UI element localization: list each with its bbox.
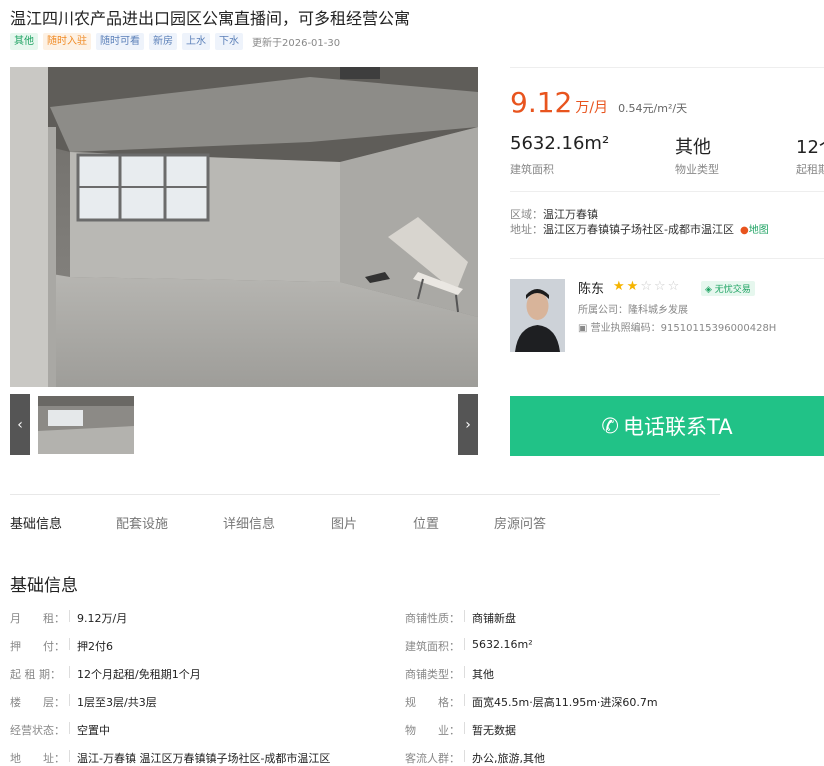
tag-viewing: 随时可看 xyxy=(96,33,144,50)
thumbnail-1[interactable] xyxy=(38,396,134,454)
tag-water-in: 上水 xyxy=(182,33,210,50)
price: 9.12 万/月 0.54元/m²/天 xyxy=(510,86,687,119)
info-label: 建筑面积： xyxy=(405,640,460,653)
info-label: 商铺类型： xyxy=(405,668,460,681)
chevron-right-icon: › xyxy=(465,416,471,433)
chevron-left-icon: ‹ xyxy=(17,416,23,433)
star-icon: ☆ xyxy=(667,279,682,294)
tab-location[interactable]: 位置 xyxy=(413,513,439,532)
info-label: 物 业： xyxy=(405,724,460,737)
info-value: 12个月起租/免租期1个月 xyxy=(77,668,201,681)
divider xyxy=(510,258,824,259)
address-row: 地址：温江区万春镇镇子场社区-成都市温江区 ●地图 xyxy=(510,221,769,237)
address-label: 地址： xyxy=(510,223,543,236)
tag-row: 其他 随时入驻 随时可看 新房 上水 下水 更新于2026-01-30 xyxy=(10,33,340,50)
updated-date: 更新于2026-01-30 xyxy=(252,38,341,49)
map-link-label: 地图 xyxy=(748,225,769,236)
license-icon: ▣ xyxy=(578,323,588,334)
agent-company: 所属公司：隆科城乡发展 xyxy=(578,301,688,316)
tab-photos[interactable]: 图片 xyxy=(331,513,357,532)
divider xyxy=(510,67,824,68)
star-icon: ☆ xyxy=(640,279,654,294)
agent-photo xyxy=(510,279,565,352)
tab-basic-info[interactable]: 基础信息 xyxy=(10,513,62,532)
info-value: 商铺新盘 xyxy=(472,612,516,625)
info-label: 地 址： xyxy=(10,752,65,765)
address-value: 温江区万春镇镇子场社区-成都市温江区 xyxy=(543,223,734,236)
license-value: 91510115396000428H xyxy=(660,323,777,334)
thumbnail-strip: ‹ › xyxy=(10,394,478,455)
stat-lease-value: 12个 xyxy=(796,137,824,158)
listing-title: 温江四川农产品进出口园区公寓直播间，可多租经营公寓 xyxy=(10,9,411,28)
info-value: 温江-万春镇 温江区万春镇镇子场社区-成都市温江区 xyxy=(77,752,331,765)
info-label: 商铺性质： xyxy=(405,612,460,625)
call-agent-button[interactable]: ✆ 电话联系TA xyxy=(510,396,824,456)
info-value: 5632.16m² xyxy=(472,638,533,651)
trade-badge-label: 无忧交易 xyxy=(714,285,751,295)
gallery-prev-button[interactable]: ‹ xyxy=(10,394,30,455)
thumbnail-image xyxy=(38,396,134,454)
tab-details[interactable]: 详细信息 xyxy=(223,513,275,532)
tag-water-out: 下水 xyxy=(215,33,243,50)
info-value: 其他 xyxy=(472,668,494,681)
map-link[interactable]: ●地图 xyxy=(740,225,769,236)
call-button-label: 电话联系TA xyxy=(623,415,733,439)
area-row: 区域：温江万春镇 xyxy=(510,206,598,222)
tab-facilities[interactable]: 配套设施 xyxy=(116,513,168,532)
star-icon: ★ xyxy=(626,279,641,294)
stat-lease-label: 起租期 xyxy=(796,163,824,176)
tabs-divider xyxy=(10,494,720,495)
info-value: 1层至3层/共3层 xyxy=(77,696,157,709)
divider xyxy=(510,191,824,192)
company-label: 所属公司： xyxy=(578,305,628,316)
info-label: 客流人群： xyxy=(405,752,460,765)
tag-new: 新房 xyxy=(149,33,177,50)
info-value: 暂无数据 xyxy=(472,724,516,737)
agent-rating: ★★☆☆☆ xyxy=(613,279,681,294)
area-value[interactable]: 温江万春镇 xyxy=(543,208,598,221)
agent-license: ▣ 营业执照编码：91510115396000428H xyxy=(578,319,776,334)
info-value: 押2付6 xyxy=(77,640,113,653)
price-unit: 万/月 xyxy=(575,100,609,116)
phone-icon: ✆ xyxy=(601,414,620,438)
section-title: 基础信息 xyxy=(10,576,78,596)
stat-type-value: 其他 xyxy=(675,137,711,158)
info-value: 面宽45.5m·层高11.95m·进深60.7m xyxy=(472,696,658,709)
price-value: 9.12 xyxy=(510,86,573,119)
office-interior-image xyxy=(10,67,478,387)
info-label: 月 租： xyxy=(10,612,65,625)
trade-badge: ◈ 无忧交易 xyxy=(701,281,755,296)
info-label: 经营状态： xyxy=(10,724,65,737)
info-label: 起 租 期： xyxy=(10,668,61,681)
info-value: 9.12万/月 xyxy=(77,612,128,625)
agent-avatar[interactable] xyxy=(510,279,565,352)
info-value: 办公,旅游,其他 xyxy=(472,752,545,765)
stat-area-value: 5632.16m² xyxy=(510,133,610,154)
tag-other: 其他 xyxy=(10,33,38,50)
tab-qa[interactable]: 房源问答 xyxy=(494,513,546,532)
star-icon: ★ xyxy=(613,279,627,294)
info-label: 楼 层： xyxy=(10,696,65,709)
star-icon: ☆ xyxy=(653,279,668,294)
info-label: 押 付： xyxy=(10,640,65,653)
company-value: 隆科城乡发展 xyxy=(628,305,688,316)
license-label: 营业执照编码： xyxy=(590,323,661,334)
gallery-next-button[interactable]: › xyxy=(458,394,478,455)
area-label: 区域： xyxy=(510,208,543,221)
agent-name[interactable]: 陈东 xyxy=(578,278,604,297)
map-pin-icon: ● xyxy=(739,225,749,236)
price-per-unit: 0.54元/m²/天 xyxy=(618,102,688,115)
main-photo[interactable] xyxy=(10,67,478,387)
stat-area-label: 建筑面积 xyxy=(510,163,554,176)
stat-type-label: 物业类型 xyxy=(675,163,719,176)
shield-icon: ◈ xyxy=(705,285,712,295)
info-label: 规 格： xyxy=(405,696,460,709)
info-value: 空置中 xyxy=(77,724,110,737)
tag-move-in: 随时入驻 xyxy=(43,33,91,50)
